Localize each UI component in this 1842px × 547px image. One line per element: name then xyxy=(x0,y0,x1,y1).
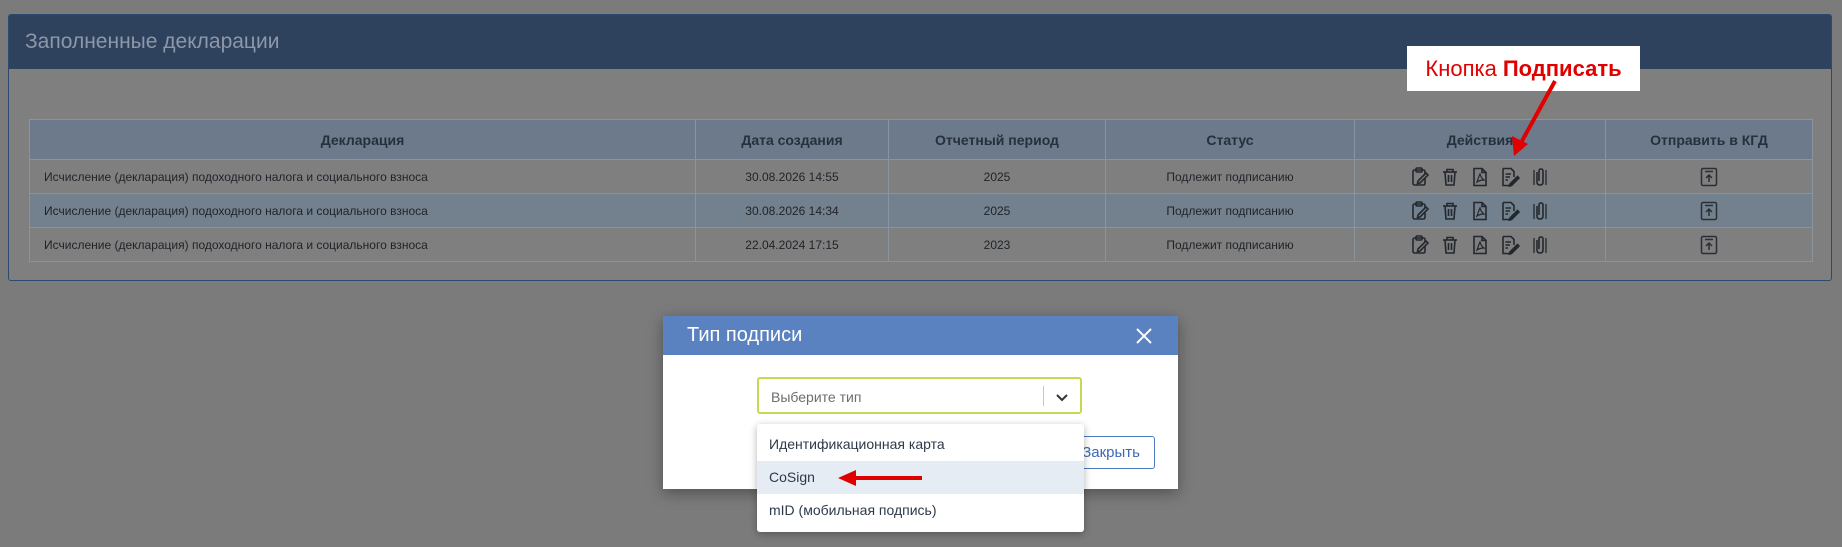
callout-prefix: Кнопка xyxy=(1425,55,1497,81)
cell-status: Подлежит подписанию xyxy=(1105,193,1355,228)
edit-clipboard-icon[interactable] xyxy=(1409,234,1431,256)
table-row: Исчисление (декларация) подоходного нало… xyxy=(29,193,1813,228)
edit-clipboard-icon[interactable] xyxy=(1409,200,1431,222)
signature-type-options: Идентификационная карта CoSign mID (моби… xyxy=(757,424,1084,532)
callout-bold: Подписать xyxy=(1502,55,1622,81)
cell-status: Подлежит подписанию xyxy=(1105,159,1355,194)
upload-to-kgd-icon[interactable] xyxy=(1698,166,1720,188)
cell-created: 30.08.2026 14:34 xyxy=(695,193,889,228)
upload-to-kgd-icon[interactable] xyxy=(1698,200,1720,222)
option-mid[interactable]: mID (мобильная подпись) xyxy=(757,494,1084,527)
cell-actions xyxy=(1354,227,1606,262)
close-icon[interactable] xyxy=(1132,316,1156,355)
select-separator xyxy=(1043,386,1044,406)
attachment-icon[interactable] xyxy=(1529,200,1551,222)
edit-clipboard-icon[interactable] xyxy=(1409,166,1431,188)
attachment-icon[interactable] xyxy=(1529,234,1551,256)
cell-send xyxy=(1605,159,1813,194)
pdf-file-icon[interactable] xyxy=(1469,166,1491,188)
cell-declaration: Исчисление (декларация) подоходного нало… xyxy=(29,193,696,228)
sign-document-icon[interactable] xyxy=(1499,234,1521,256)
trash-icon[interactable] xyxy=(1439,234,1461,256)
modal-title: Тип подписи xyxy=(687,324,803,346)
cell-actions xyxy=(1354,159,1606,194)
header-status: Статус xyxy=(1105,119,1355,160)
cell-declaration: Исчисление (декларация) подоходного нало… xyxy=(29,159,696,194)
header-created: Дата создания xyxy=(695,119,889,160)
trash-icon[interactable] xyxy=(1439,166,1461,188)
chevron-down-icon[interactable] xyxy=(1052,387,1072,407)
attachment-icon[interactable] xyxy=(1529,166,1551,188)
header-declaration: Декларация xyxy=(29,119,696,160)
cell-period: 2025 xyxy=(888,193,1106,228)
sign-button-callout: Кнопка Подписать xyxy=(1407,46,1640,91)
cell-period: 2025 xyxy=(888,159,1106,194)
cell-actions xyxy=(1354,193,1606,228)
pdf-file-icon[interactable] xyxy=(1469,200,1491,222)
cell-declaration: Исчисление (декларация) подоходного нало… xyxy=(29,227,696,262)
cell-send xyxy=(1605,193,1813,228)
select-input[interactable] xyxy=(769,386,1033,408)
pdf-file-icon[interactable] xyxy=(1469,234,1491,256)
cell-created: 22.04.2024 17:15 xyxy=(695,227,889,262)
sign-document-icon[interactable] xyxy=(1499,200,1521,222)
trash-icon[interactable] xyxy=(1439,200,1461,222)
header-send-kgd: Отправить в КГД xyxy=(1605,119,1813,160)
table-header-row: Декларация Дата создания Отчетный период… xyxy=(29,119,1813,160)
header-actions: Действия xyxy=(1354,119,1606,160)
declarations-table: Декларация Дата создания Отчетный период… xyxy=(29,119,1813,262)
header-period: Отчетный период xyxy=(888,119,1106,160)
cell-created: 30.08.2026 14:55 xyxy=(695,159,889,194)
signature-type-select[interactable] xyxy=(757,377,1082,414)
sign-document-icon[interactable] xyxy=(1499,166,1521,188)
cell-send xyxy=(1605,227,1813,262)
table-row: Исчисление (декларация) подоходного нало… xyxy=(29,159,1813,194)
cell-period: 2023 xyxy=(888,227,1106,262)
modal-header: Тип подписи xyxy=(663,316,1178,355)
option-id-card[interactable]: Идентификационная карта xyxy=(757,428,1084,461)
option-cosign[interactable]: CoSign xyxy=(757,461,1084,494)
upload-to-kgd-icon[interactable] xyxy=(1698,234,1720,256)
table-row: Исчисление (декларация) подоходного нало… xyxy=(29,227,1813,262)
cell-status: Подлежит подписанию xyxy=(1105,227,1355,262)
